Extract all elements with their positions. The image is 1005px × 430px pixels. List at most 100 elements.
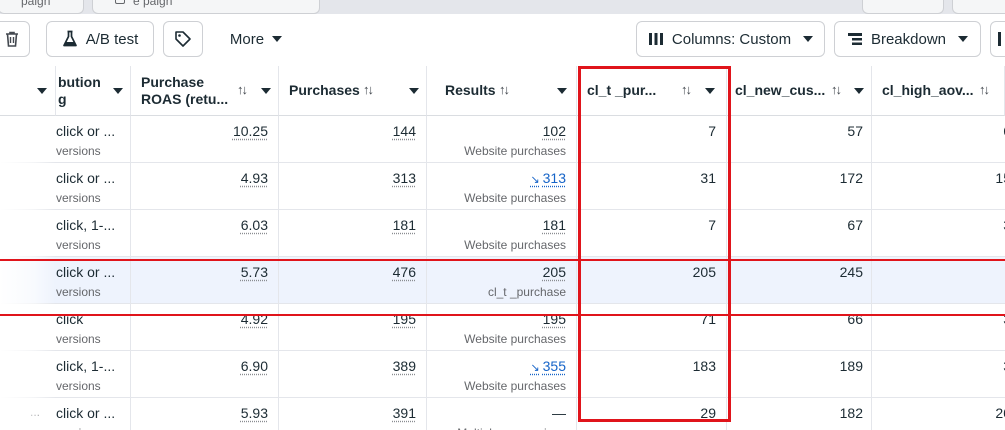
tab-campaign-2[interactable]: e paign: [92, 0, 320, 14]
tab-extra[interactable]: [862, 0, 944, 14]
results-value[interactable]: 195: [543, 311, 566, 327]
results-value[interactable]: 181: [543, 217, 566, 233]
sort-icon[interactable]: ↑↓: [237, 82, 246, 97]
purchase-roas-value[interactable]: 6.03: [241, 217, 268, 233]
results-type: Website purchases: [464, 238, 566, 252]
table-row[interactable]: ...click or ...versions5.93391—Multiple …: [0, 398, 1005, 430]
results-cell[interactable]: 195 Website purchases: [427, 304, 577, 351]
sort-icon[interactable]: ↑↓: [831, 82, 840, 97]
more-dropdown[interactable]: More: [216, 21, 296, 57]
purchase-roas-value[interactable]: 4.92: [241, 311, 268, 327]
ads-table: bution g Purchase ROAS (retu... ↑↓ Purchas…: [0, 66, 1005, 430]
purchases-cell[interactable]: 476: [279, 257, 427, 304]
breakdown-dropdown[interactable]: Breakdown: [834, 21, 981, 57]
results-cell[interactable]: 205 cl_t _purchase: [427, 257, 577, 304]
chevron-down-icon: [37, 88, 47, 94]
purchase-roas-cell[interactable]: 4.92: [131, 304, 279, 351]
purchases-value[interactable]: 181: [393, 217, 416, 233]
cl-high-aov-cell: 6: [872, 116, 1005, 163]
results-cell[interactable]: 181 Website purchases: [427, 210, 577, 257]
purchases-value[interactable]: 313: [393, 170, 416, 186]
purchase-roas-cell[interactable]: 6.90: [131, 351, 279, 398]
column-header-cl-t-pur[interactable]: cl_t _pur... ↑↓: [577, 66, 727, 116]
attribution-cell: click or ...versions: [0, 257, 131, 304]
purchase-roas-value[interactable]: 4.93: [241, 170, 268, 186]
purchase-roas-value[interactable]: 6.90: [241, 358, 268, 374]
attribution-setting: click: [56, 311, 83, 327]
attribution-sub: versions: [56, 379, 101, 393]
table-row[interactable]: click or ... versions 10.25 144 102 Website p…: [0, 116, 1005, 163]
column-header-name[interactable]: [0, 66, 56, 116]
purchases-cell[interactable]: 144: [279, 116, 427, 163]
sort-icon[interactable]: ↑↓: [499, 82, 508, 97]
column-header-purchase-roas[interactable]: Purchase ROAS (retu... ↑↓: [131, 66, 279, 116]
tab-label: e paign: [133, 0, 172, 8]
purchase-roas-cell[interactable]: 6.03: [131, 210, 279, 257]
purchases-value[interactable]: 144: [393, 123, 416, 139]
tag-button[interactable]: [163, 21, 203, 57]
column-header-cl-new-cus[interactable]: cl_new_cus... ↑↓: [727, 66, 872, 116]
purchases-value[interactable]: 476: [393, 264, 416, 280]
column-header-label: cl_new_cus...: [735, 82, 825, 99]
column-header-attribution[interactable]: bution g: [56, 66, 131, 116]
tab-extra-2[interactable]: [952, 0, 1005, 14]
purchase-roas-cell[interactable]: 5.93: [131, 398, 279, 430]
sort-icon[interactable]: ↑↓: [979, 82, 988, 97]
tab-campaign[interactable]: paign: [0, 0, 84, 14]
purchases-value[interactable]: 389: [393, 358, 416, 374]
reports-button[interactable]: [990, 21, 1005, 57]
purchase-roas-value[interactable]: 10.25: [233, 123, 268, 139]
table-row[interactable]: click or ... versions 4.93 313 ↘ 313 Website p…: [0, 163, 1005, 210]
purchases-cell[interactable]: 391: [279, 398, 427, 430]
results-cell[interactable]: ↘ 313 Website purchases: [427, 163, 577, 210]
columns-icon: [648, 32, 664, 46]
sort-icon[interactable]: ↑↓: [681, 82, 690, 97]
purchases-cell[interactable]: 181: [279, 210, 427, 257]
results-value[interactable]: ↘ 355: [530, 358, 566, 374]
cl-t-pur-cell: 71: [577, 304, 727, 351]
attribution-sub: versions: [56, 285, 101, 299]
table-row[interactable]: click, 1-... versions 6.90 389 ↘ 355 Website p…: [0, 351, 1005, 398]
table-row[interactable]: click or ... versions 5.73 476 205 cl_t _purc…: [0, 257, 1005, 304]
cl-high-aov-cell: [872, 257, 1005, 304]
cl-t-pur-cell: 7: [577, 116, 727, 163]
cl-high-aov-cell: 15: [872, 163, 1005, 210]
purchase-roas-cell[interactable]: 4.93: [131, 163, 279, 210]
purchases-value[interactable]: 391: [393, 405, 416, 421]
attribution-sub: versions: [56, 191, 101, 205]
delete-button[interactable]: [0, 21, 30, 57]
column-header-label: Purchase ROAS (retu...: [141, 74, 228, 108]
cl-t-pur-value: 71: [700, 311, 716, 327]
purchases-cell[interactable]: 389: [279, 351, 427, 398]
cl-high-aov-cell: 20: [872, 398, 1005, 430]
column-header-results[interactable]: Results ↑↓: [427, 66, 577, 116]
chevron-down-icon: [803, 36, 813, 42]
cl-high-aov-cell: 3: [872, 304, 1005, 351]
purchase-roas-value[interactable]: 5.93: [241, 405, 268, 421]
purchase-roas-value[interactable]: 5.73: [241, 264, 268, 280]
purchase-roas-cell[interactable]: 5.73: [131, 257, 279, 304]
attribution-cell: click versions: [0, 304, 131, 351]
chevron-down-icon: [557, 88, 567, 94]
results-cell[interactable]: ↘ 355 Website purchases: [427, 351, 577, 398]
results-type: cl_t _purchase: [488, 285, 566, 299]
ab-test-button[interactable]: A/B test: [46, 21, 154, 57]
results-cell[interactable]: 102 Website purchases: [427, 116, 577, 163]
results-value[interactable]: —: [552, 405, 566, 421]
table-row[interactable]: click, 1-... versions 6.03 181 181 Website pu…: [0, 210, 1005, 257]
sort-icon[interactable]: ↑↓: [363, 82, 372, 97]
cl-new-cus-value: 189: [840, 358, 863, 374]
results-value[interactable]: 205: [543, 264, 566, 280]
column-header-cl-high-aov[interactable]: cl_high_aov... ↑↓: [872, 66, 1005, 116]
results-value[interactable]: 102: [543, 123, 566, 139]
purchase-roas-cell[interactable]: 10.25: [131, 116, 279, 163]
results-cell[interactable]: — Multiple conversions: [427, 398, 577, 430]
column-header-purchases[interactable]: Purchases ↑↓: [279, 66, 427, 116]
columns-dropdown[interactable]: Columns: Custom: [636, 21, 825, 57]
tab-strip: paign e paign: [0, 0, 1005, 14]
purchases-value[interactable]: 195: [393, 311, 416, 327]
results-value[interactable]: ↘ 313: [530, 170, 566, 186]
purchases-cell[interactable]: 313: [279, 163, 427, 210]
purchases-cell[interactable]: 195: [279, 304, 427, 351]
table-row[interactable]: click versions 4.92 195 195 Website purchases…: [0, 304, 1005, 351]
